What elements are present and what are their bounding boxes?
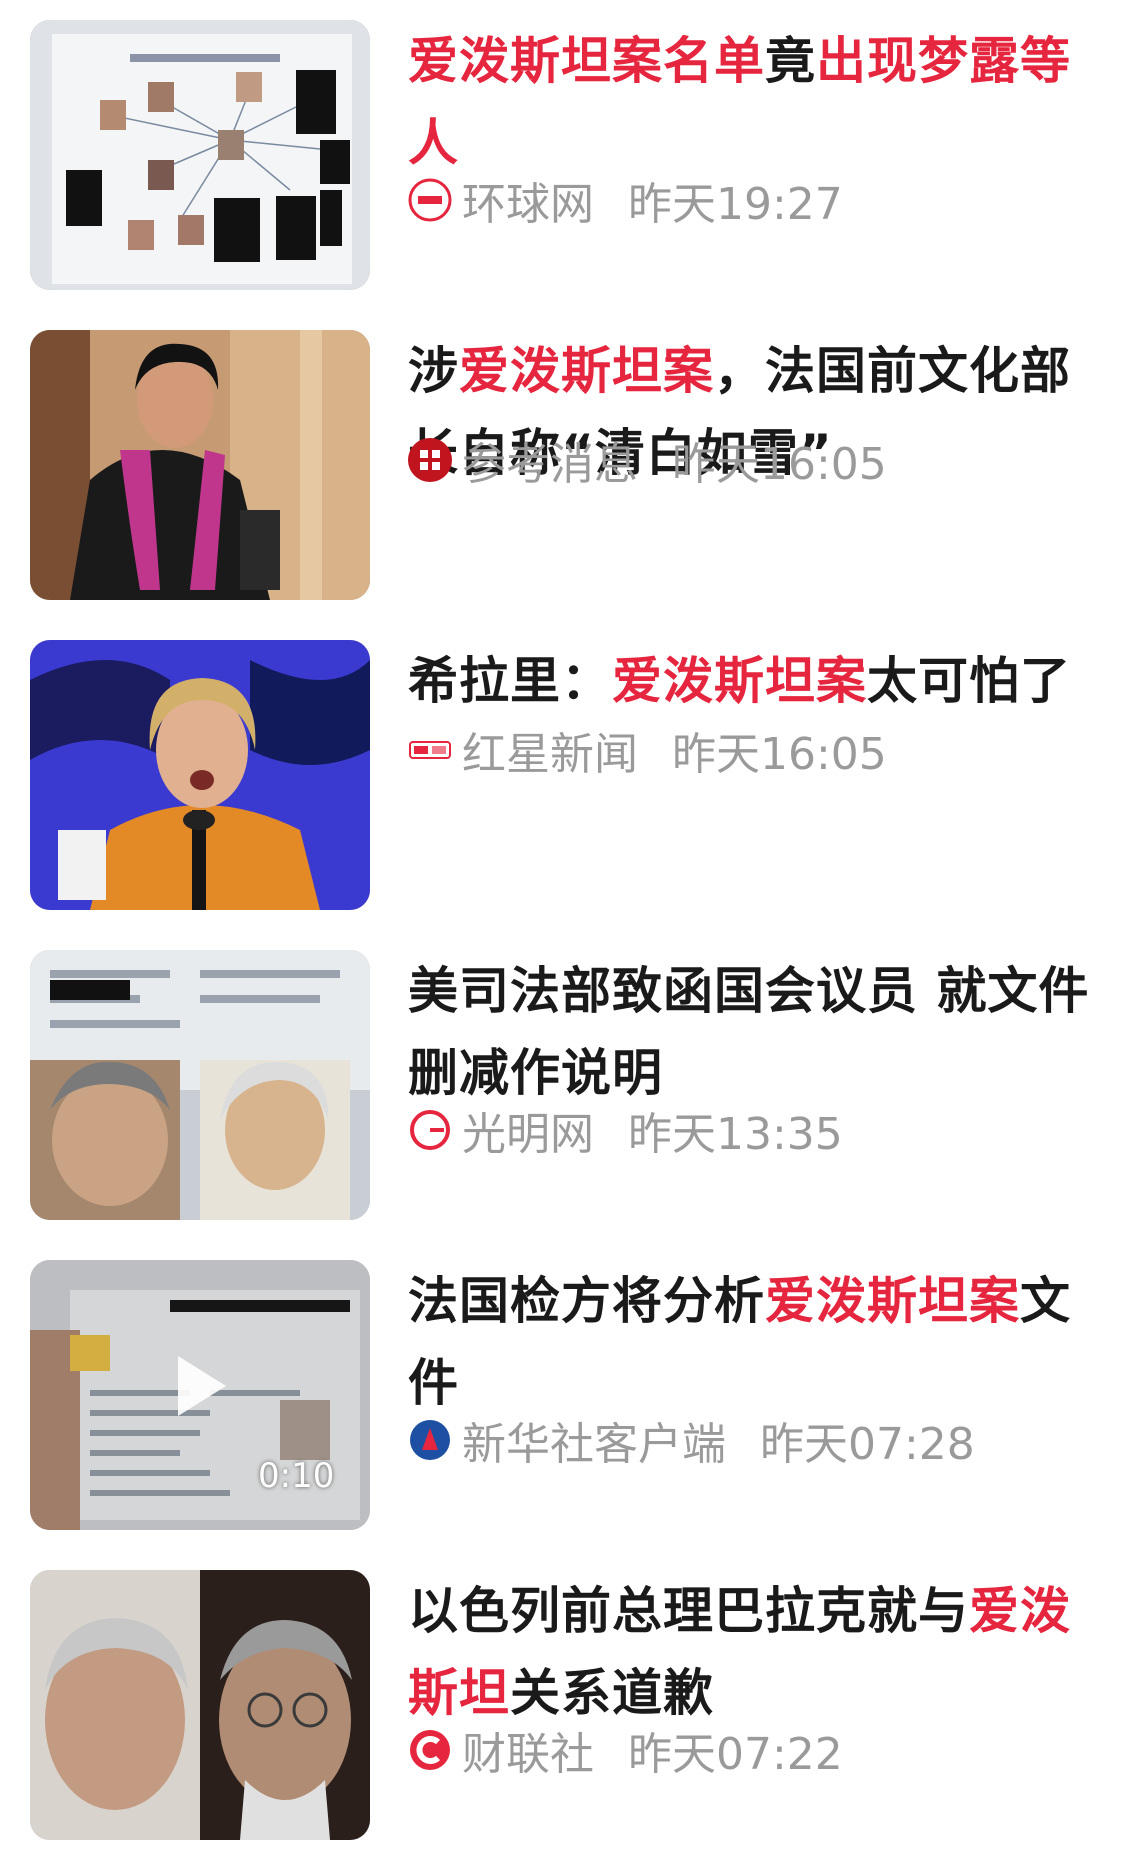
news-item[interactable]: 涉爱泼斯坦案，法国前文化部长自称“清白如雪” 参考消息 昨天16:05: [0, 330, 1133, 630]
news-title[interactable]: 以色列前总理巴拉克就与爱泼斯坦关系道歉: [408, 1570, 1113, 1734]
title-text: 希拉里：: [408, 652, 612, 710]
news-time: 昨天16:05: [672, 729, 887, 780]
news-item[interactable]: 爱泼斯坦案名单竟出现梦露等人 环球网 昨天19:27: [0, 20, 1133, 320]
news-thumbnail[interactable]: [30, 1570, 370, 1840]
news-meta: 光明网 昨天13:35: [408, 1100, 843, 1160]
cailian-logo-icon: [408, 1728, 452, 1772]
portrait-photo: [30, 330, 370, 600]
news-thumbnail[interactable]: [30, 20, 370, 290]
news-title[interactable]: 美司法部致函国会议员 就文件删减作说明: [408, 950, 1113, 1114]
title-text: 美司法部致函国会议员 就文件删减作说明: [408, 962, 1090, 1102]
huanqiu-logo-icon: [408, 178, 452, 222]
news-item[interactable]: 美司法部致函国会议员 就文件删减作说明 光明网 昨天13:35: [0, 950, 1133, 1250]
title-highlight: 爱泼斯坦案: [612, 652, 867, 710]
news-source: 环球网: [462, 179, 594, 230]
news-source: 新华社客户端: [462, 1419, 726, 1470]
title-highlight: 爱泼斯坦案: [765, 1272, 1020, 1330]
title-text: 以色列前总理巴拉克就与: [408, 1582, 969, 1640]
news-item[interactable]: 0:10 法国检方将分析爱泼斯坦案文件 新华社客户端 昨天07:28: [0, 1260, 1133, 1560]
news-item[interactable]: 希拉里：爱泼斯坦案太可怕了 红星新闻 昨天16:05: [0, 640, 1133, 940]
news-thumbnail[interactable]: [30, 950, 370, 1220]
title-text: 涉: [408, 342, 459, 400]
news-source: 红星新闻: [462, 729, 638, 780]
news-feed: 爱泼斯坦案名单竟出现梦露等人 环球网 昨天19:27 涉爱泼斯坦案，法国前文化部…: [0, 0, 1133, 1861]
news-time: 昨天07:22: [628, 1729, 843, 1780]
mugshot-photo: [30, 950, 370, 1220]
title-highlight: 爱泼斯坦案名单: [408, 32, 765, 90]
cankao-logo-icon: [408, 438, 452, 482]
news-time: 昨天13:35: [628, 1109, 843, 1160]
hongxing-logo-icon: [408, 728, 452, 772]
news-source: 财联社: [462, 1729, 594, 1780]
news-meta: 红星新闻 昨天16:05: [408, 720, 887, 780]
news-title[interactable]: 希拉里：爱泼斯坦案太可怕了: [408, 640, 1113, 722]
title-text: 关系道歉: [510, 1664, 714, 1722]
news-meta: 参考消息 昨天16:05: [408, 430, 887, 490]
title-text: 法国检方将分析: [408, 1272, 765, 1330]
news-item[interactable]: 以色列前总理巴拉克就与爱泼斯坦关系道歉 财联社 昨天07:22: [0, 1570, 1133, 1870]
news-meta: 环球网 昨天19:27: [408, 170, 843, 230]
document-photo: [30, 20, 370, 290]
news-meta: 财联社 昨天07:22: [408, 1720, 843, 1780]
news-title[interactable]: 爱泼斯坦案名单竟出现梦露等人: [408, 20, 1113, 184]
news-time: 昨天16:05: [672, 439, 887, 490]
news-source: 参考消息: [462, 439, 638, 490]
news-time: 昨天07:28: [760, 1419, 975, 1470]
xinhua-logo-icon: [408, 1418, 452, 1462]
news-thumbnail[interactable]: [30, 640, 370, 910]
guangming-logo-icon: [408, 1108, 452, 1152]
play-icon[interactable]: [178, 1356, 226, 1416]
news-meta: 新华社客户端 昨天07:28: [408, 1410, 975, 1470]
portraits-photo: [30, 1570, 370, 1840]
speaker-photo: [30, 640, 370, 910]
news-source: 光明网: [462, 1109, 594, 1160]
title-highlight: 爱泼斯坦案: [459, 342, 714, 400]
news-thumbnail[interactable]: [30, 330, 370, 600]
news-time: 昨天19:27: [628, 179, 843, 230]
video-duration: 0:10: [258, 1456, 335, 1496]
news-title[interactable]: 法国检方将分析爱泼斯坦案文件: [408, 1260, 1113, 1424]
title-text: 竟: [765, 32, 816, 90]
title-text: 太可怕了: [867, 652, 1071, 710]
video-thumbnail[interactable]: 0:10: [30, 1260, 370, 1530]
